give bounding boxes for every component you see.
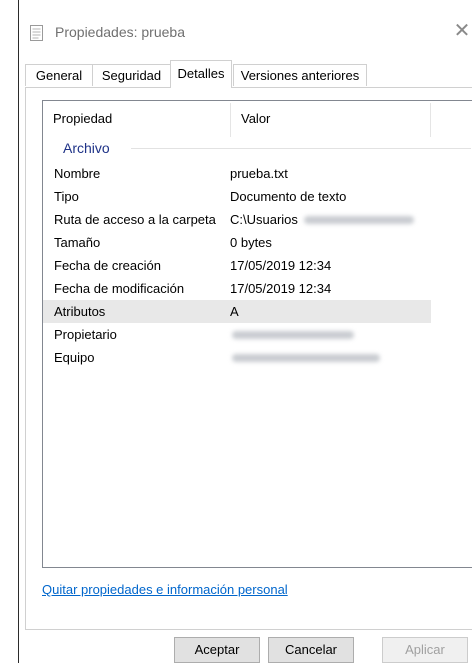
list-header: Propiedad Valor: [43, 101, 472, 139]
property-name: Fecha de modificación: [54, 281, 185, 296]
tab-seguridad[interactable]: Seguridad: [92, 64, 171, 86]
table-row[interactable]: Fecha de creación 17/05/2019 12:34: [43, 254, 472, 277]
column-divider[interactable]: [230, 103, 231, 137]
apply-button[interactable]: Aplicar: [382, 637, 468, 663]
table-row[interactable]: Fecha de modificación 17/05/2019 12:34: [43, 277, 472, 300]
tab-general[interactable]: General: [25, 64, 93, 86]
table-row[interactable]: Propietario: [43, 323, 472, 346]
redacted-value: [232, 354, 380, 362]
table-row[interactable]: Tipo Documento de texto: [43, 185, 472, 208]
property-name: Tamaño: [54, 235, 101, 250]
cancel-button[interactable]: Cancelar: [268, 637, 354, 663]
property-value: A: [230, 304, 239, 319]
property-value: C:\Usuarios: [230, 212, 298, 227]
property-name: Atributos: [54, 304, 106, 319]
group-header-archivo: Archivo: [63, 140, 110, 156]
property-value: Documento de texto: [230, 189, 347, 204]
properties-list[interactable]: Propiedad Valor Archivo Nombre prueba.tx…: [42, 100, 472, 568]
window-title: Propiedades: prueba: [55, 24, 185, 40]
close-icon[interactable]: ✕: [452, 20, 472, 42]
property-value: 17/05/2019 12:34: [230, 258, 332, 273]
tab-detalles[interactable]: Detalles: [170, 60, 232, 88]
tab-versiones-anteriores[interactable]: Versiones anteriores: [233, 64, 367, 86]
redacted-value: [304, 216, 414, 224]
table-row[interactable]: Equipo: [43, 346, 472, 369]
property-value: 0 bytes: [230, 235, 272, 250]
property-name: Nombre: [54, 166, 101, 181]
property-name: Tipo: [54, 189, 79, 204]
property-value: prueba.txt: [230, 166, 288, 181]
property-value: 17/05/2019 12:34: [230, 281, 332, 296]
column-header-value[interactable]: Valor: [241, 101, 270, 139]
property-name: Ruta de acceso a la carpeta: [54, 212, 216, 227]
group-divider: [131, 148, 471, 149]
redacted-value: [232, 331, 354, 339]
column-header-property[interactable]: Propiedad: [53, 101, 112, 139]
column-divider[interactable]: [430, 103, 431, 137]
window-left-border: [18, 0, 19, 663]
ok-button[interactable]: Aceptar: [174, 637, 260, 663]
property-name: Propietario: [54, 327, 117, 342]
property-name: Fecha de creación: [54, 258, 161, 273]
table-row[interactable]: Nombre prueba.txt: [43, 162, 472, 185]
table-row[interactable]: Tamaño 0 bytes: [43, 231, 472, 254]
property-name: Equipo: [54, 350, 95, 365]
remove-properties-link[interactable]: Quitar propiedades e información persona…: [42, 582, 288, 597]
document-icon: [30, 25, 43, 41]
table-row[interactable]: Ruta de acceso a la carpeta C:\Usuarios: [43, 208, 472, 231]
table-row-selected[interactable]: Atributos A: [43, 300, 431, 323]
